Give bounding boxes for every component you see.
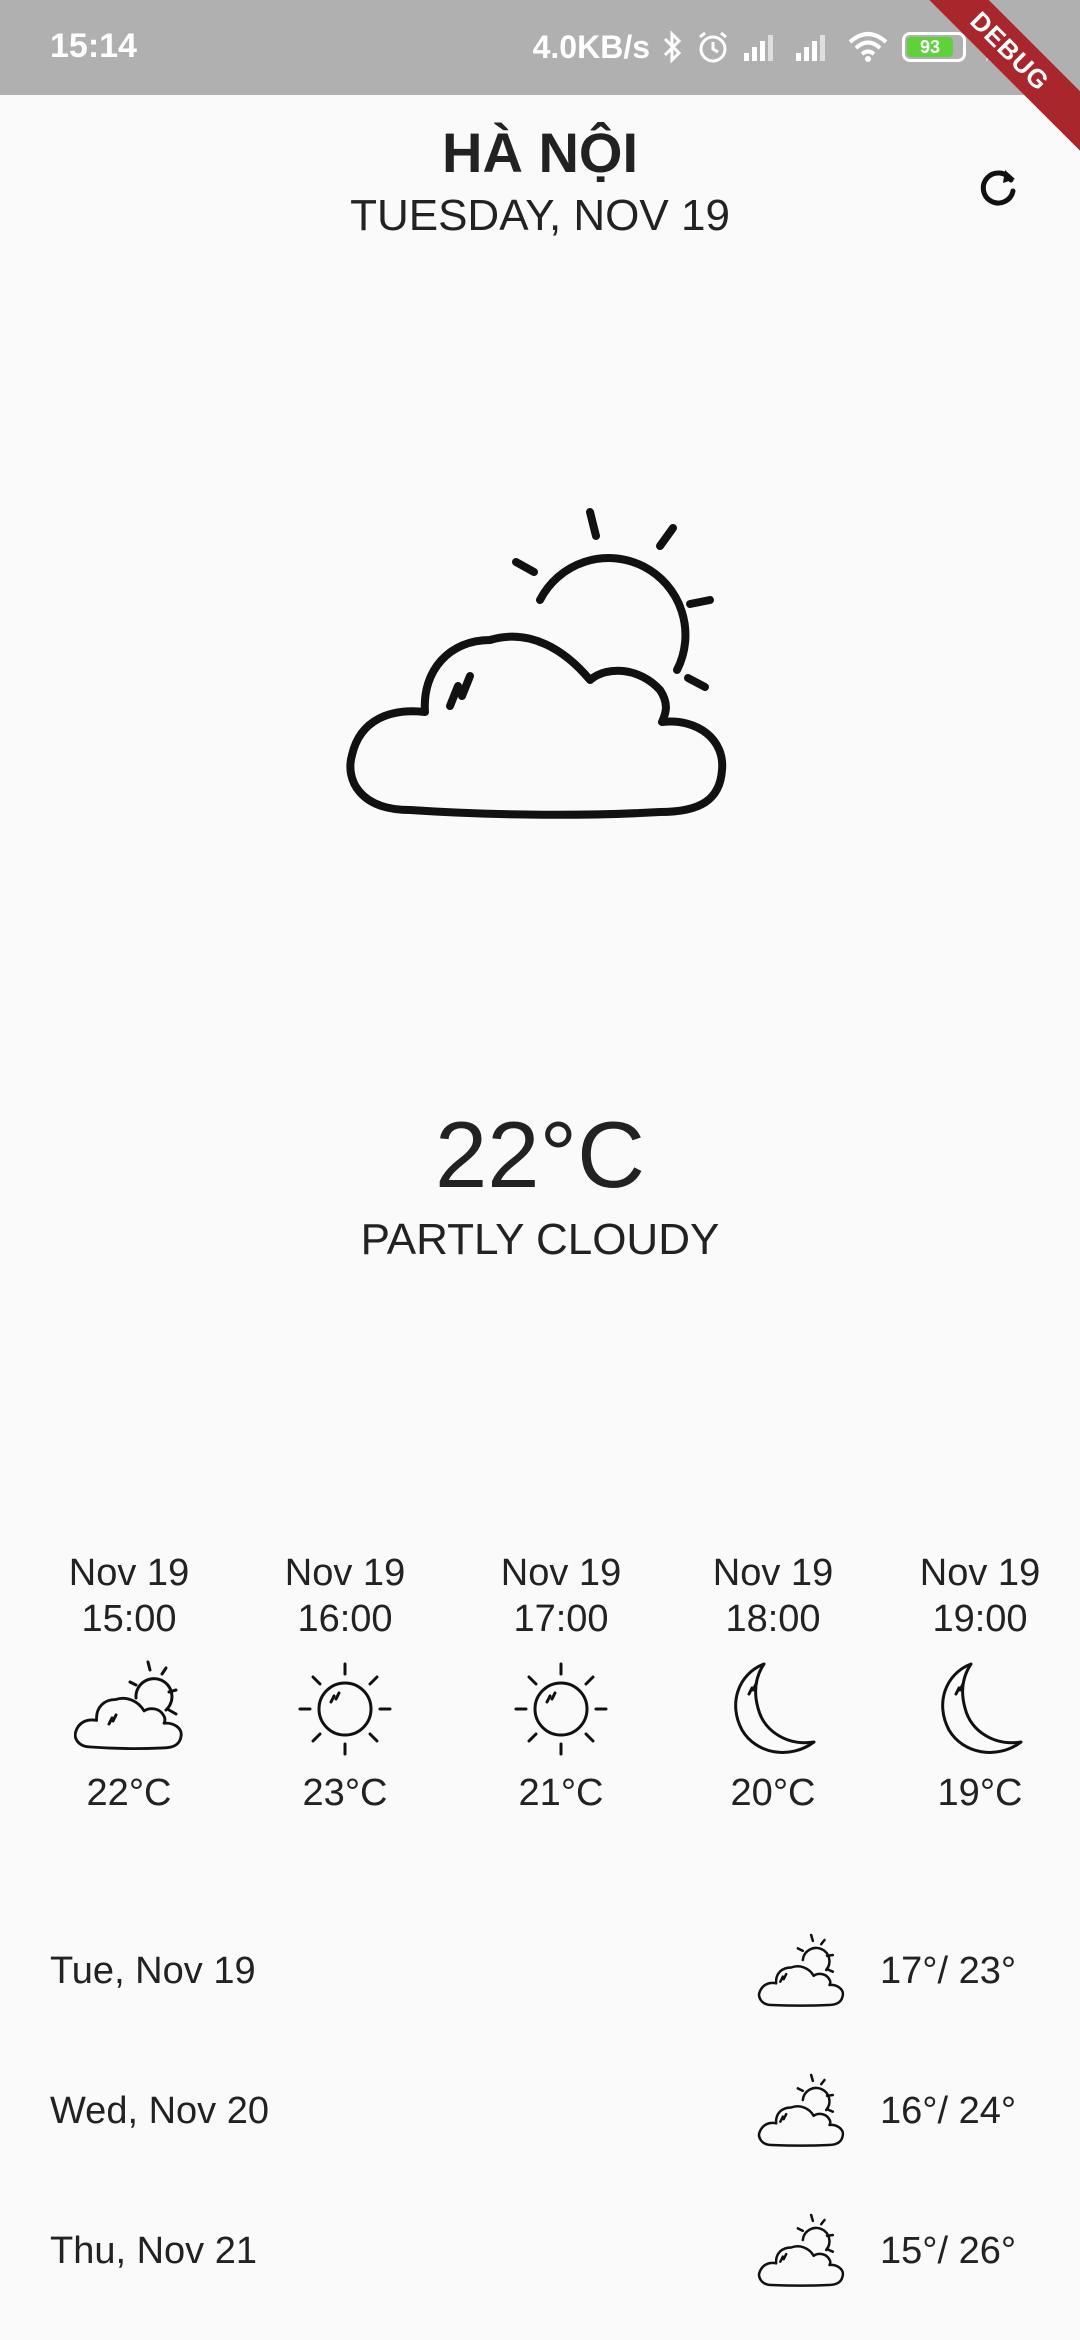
partly-cloudy-icon [756, 2070, 848, 2150]
daily-row: Thu, Nov 21 15°/ 26° [0, 2190, 1080, 2310]
current-temperature: 22°C [434, 1102, 646, 1207]
hourly-item: Nov 19 15:00 22°C [29, 1550, 229, 1816]
hourly-time: 19:00 [932, 1598, 1028, 1640]
header: HÀ NỘI TUESDAY, NOV 19 [0, 120, 1080, 246]
hourly-date: Nov 19 [284, 1552, 406, 1594]
daily-range: 16°/ 24° [880, 2090, 1017, 2132]
hourly-forecast: Nov 19 15:00 22°C Nov 19 16:00 23°C Nov … [0, 1550, 1080, 1830]
refresh-button[interactable] [966, 155, 1030, 219]
hourly-temp: 23°C [302, 1772, 388, 1814]
city-title: HÀ NỘI [442, 121, 638, 184]
hourly-temp: 20°C [730, 1772, 816, 1814]
signal-icon [742, 31, 782, 63]
daily-day: Tue, Nov 19 [50, 1950, 256, 1992]
sun-icon [506, 1654, 616, 1764]
hourly-time: 16:00 [297, 1598, 393, 1640]
alarm-icon [696, 30, 730, 64]
partly-cloudy-icon [756, 2210, 848, 2290]
status-time: 15:14 [50, 27, 137, 65]
hourly-item: Nov 19 16:00 23°C [245, 1550, 445, 1816]
hourly-temp: 21°C [518, 1772, 604, 1814]
moon-icon [718, 1654, 828, 1764]
battery-level: 93 [907, 37, 953, 57]
daily-day: Thu, Nov 21 [50, 2230, 257, 2272]
hourly-date: Nov 19 [500, 1552, 622, 1594]
daily-row: Tue, Nov 19 17°/ 23° [0, 1910, 1080, 2030]
moon-icon [925, 1654, 1035, 1764]
daily-day: Wed, Nov 20 [50, 2090, 269, 2132]
hourly-temp: 22°C [86, 1772, 172, 1814]
daily-row: Wed, Nov 20 16°/ 24° [0, 2050, 1080, 2170]
hourly-temp: 19°C [937, 1772, 1023, 1814]
signal-icon [794, 31, 834, 63]
status-bar: 15:14 4.0KB/s 93 [0, 0, 1080, 95]
partly-cloudy-icon [756, 1930, 848, 2010]
daily-range: 15°/ 26° [880, 2230, 1017, 2272]
status-icons: 4.0KB/s 93 [533, 22, 1000, 72]
hourly-time: 17:00 [513, 1598, 609, 1640]
hourly-item: Nov 19 19:00 19°C [880, 1550, 1080, 1816]
hourly-date: Nov 19 [68, 1552, 190, 1594]
network-speed: 4.0KB/s [532, 28, 650, 65]
partly-cloudy-icon [340, 500, 750, 840]
bluetooth-icon [662, 30, 684, 64]
battery-icon: 93 [902, 32, 966, 62]
date-label: TUESDAY, NOV 19 [350, 191, 730, 240]
hourly-time: 15:00 [81, 1598, 177, 1640]
refresh-icon [980, 170, 1016, 206]
daily-range: 17°/ 23° [880, 1950, 1017, 1992]
hourly-item: Nov 19 17:00 21°C [461, 1550, 661, 1816]
current-condition: PARTLY CLOUDY [360, 1215, 720, 1264]
partly-cloudy-icon [73, 1654, 184, 1764]
hourly-date: Nov 19 [712, 1552, 834, 1594]
wifi-icon [846, 30, 890, 64]
hourly-time: 18:00 [725, 1598, 821, 1640]
sun-icon [290, 1654, 400, 1764]
hourly-date: Nov 19 [919, 1552, 1041, 1594]
hourly-item: Nov 19 18:00 20°C [673, 1550, 873, 1816]
